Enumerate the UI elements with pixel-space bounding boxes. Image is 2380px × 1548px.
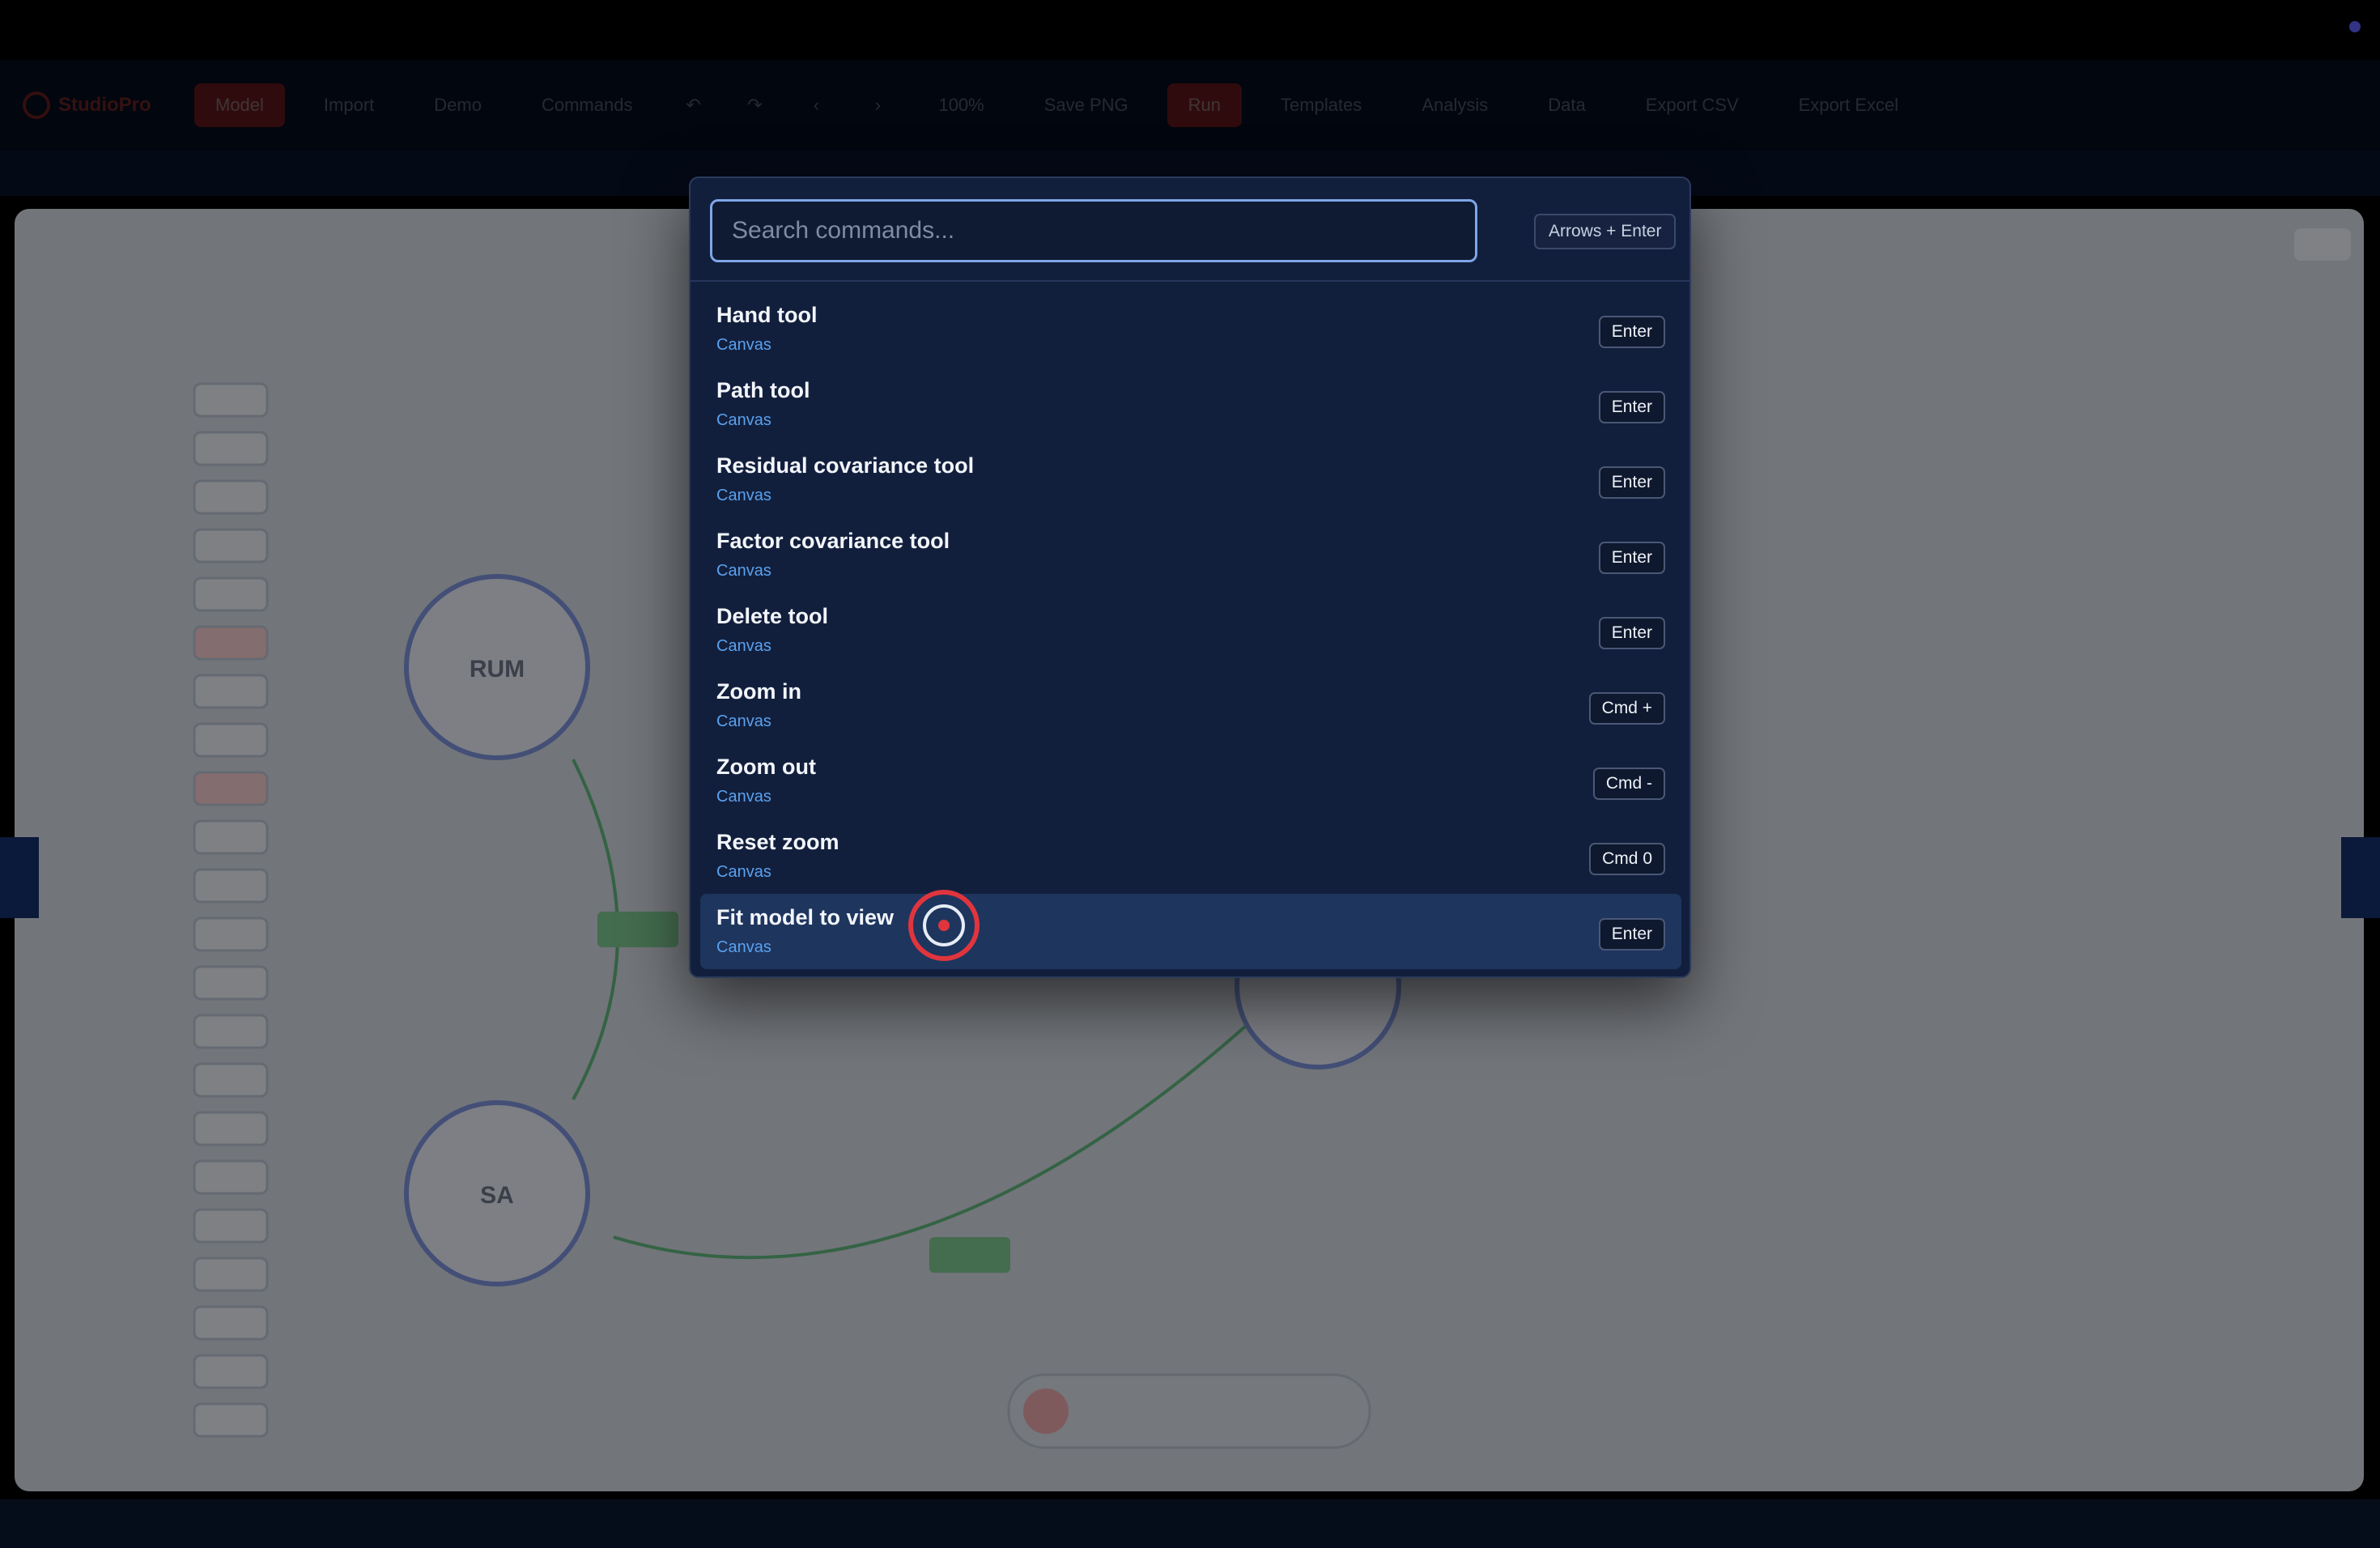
command-list: Hand tool Canvas Enter Path tool Canvas … bbox=[700, 291, 1681, 969]
command-item-reset-zoom[interactable]: Reset zoom Canvas Cmd 0 bbox=[700, 819, 1681, 894]
command-item-zoom-out[interactable]: Zoom out Canvas Cmd - bbox=[700, 743, 1681, 819]
command-palette-header: Arrows + Enter bbox=[691, 178, 1689, 282]
command-item-path-tool[interactable]: Path tool Canvas Enter bbox=[700, 367, 1681, 442]
command-title: Factor covariance tool bbox=[716, 529, 950, 553]
right-panel-toggle[interactable] bbox=[2341, 837, 2380, 918]
command-category: Canvas bbox=[716, 938, 771, 956]
command-category: Canvas bbox=[716, 487, 771, 504]
command-shortcut: Cmd 0 bbox=[1589, 843, 1665, 875]
command-shortcut: Cmd + bbox=[1588, 692, 1665, 725]
command-shortcut: Enter bbox=[1598, 391, 1665, 423]
command-item-delete-tool[interactable]: Delete tool Canvas Enter bbox=[700, 593, 1681, 668]
cursor-dot bbox=[938, 920, 950, 931]
command-search-input[interactable] bbox=[710, 199, 1477, 262]
command-item-hand-tool[interactable]: Hand tool Canvas Enter bbox=[700, 291, 1681, 367]
command-item-residual-covariance-tool[interactable]: Residual covariance tool Canvas Enter bbox=[700, 442, 1681, 517]
command-title: Zoom in bbox=[716, 679, 801, 704]
command-shortcut: Enter bbox=[1598, 542, 1665, 574]
command-title: Fit model to view bbox=[716, 905, 895, 929]
keyboard-hint: Arrows + Enter bbox=[1534, 214, 1677, 249]
command-item-factor-covariance-tool[interactable]: Factor covariance tool Canvas Enter bbox=[700, 517, 1681, 593]
cursor-click-marker-icon bbox=[908, 890, 980, 961]
command-shortcut: Cmd - bbox=[1592, 768, 1665, 800]
command-title: Hand tool bbox=[716, 303, 818, 327]
command-shortcut: Enter bbox=[1598, 466, 1665, 499]
command-title: Path tool bbox=[716, 378, 810, 402]
command-category: Canvas bbox=[716, 863, 771, 881]
command-shortcut: Enter bbox=[1598, 918, 1665, 950]
command-item-zoom-in[interactable]: Zoom in Canvas Cmd + bbox=[700, 668, 1681, 743]
command-title: Reset zoom bbox=[716, 830, 839, 854]
command-title: Delete tool bbox=[716, 604, 829, 628]
command-shortcut: Enter bbox=[1598, 316, 1665, 348]
command-category: Canvas bbox=[716, 712, 771, 730]
command-shortcut: Enter bbox=[1598, 617, 1665, 649]
command-category: Canvas bbox=[716, 788, 771, 806]
cursor-ring bbox=[923, 904, 965, 946]
left-panel-toggle[interactable] bbox=[0, 837, 39, 918]
command-title: Zoom out bbox=[716, 755, 816, 779]
command-category: Canvas bbox=[716, 411, 771, 429]
command-item-fit-model-to-view[interactable]: Fit model to view Canvas Enter bbox=[700, 894, 1681, 969]
command-category: Canvas bbox=[716, 637, 771, 655]
status-footer bbox=[0, 1499, 2380, 1548]
command-palette: Arrows + Enter Hand tool Canvas Enter Pa… bbox=[689, 176, 1691, 978]
command-category: Canvas bbox=[716, 336, 771, 354]
command-title: Residual covariance tool bbox=[716, 453, 975, 478]
command-category: Canvas bbox=[716, 562, 771, 580]
